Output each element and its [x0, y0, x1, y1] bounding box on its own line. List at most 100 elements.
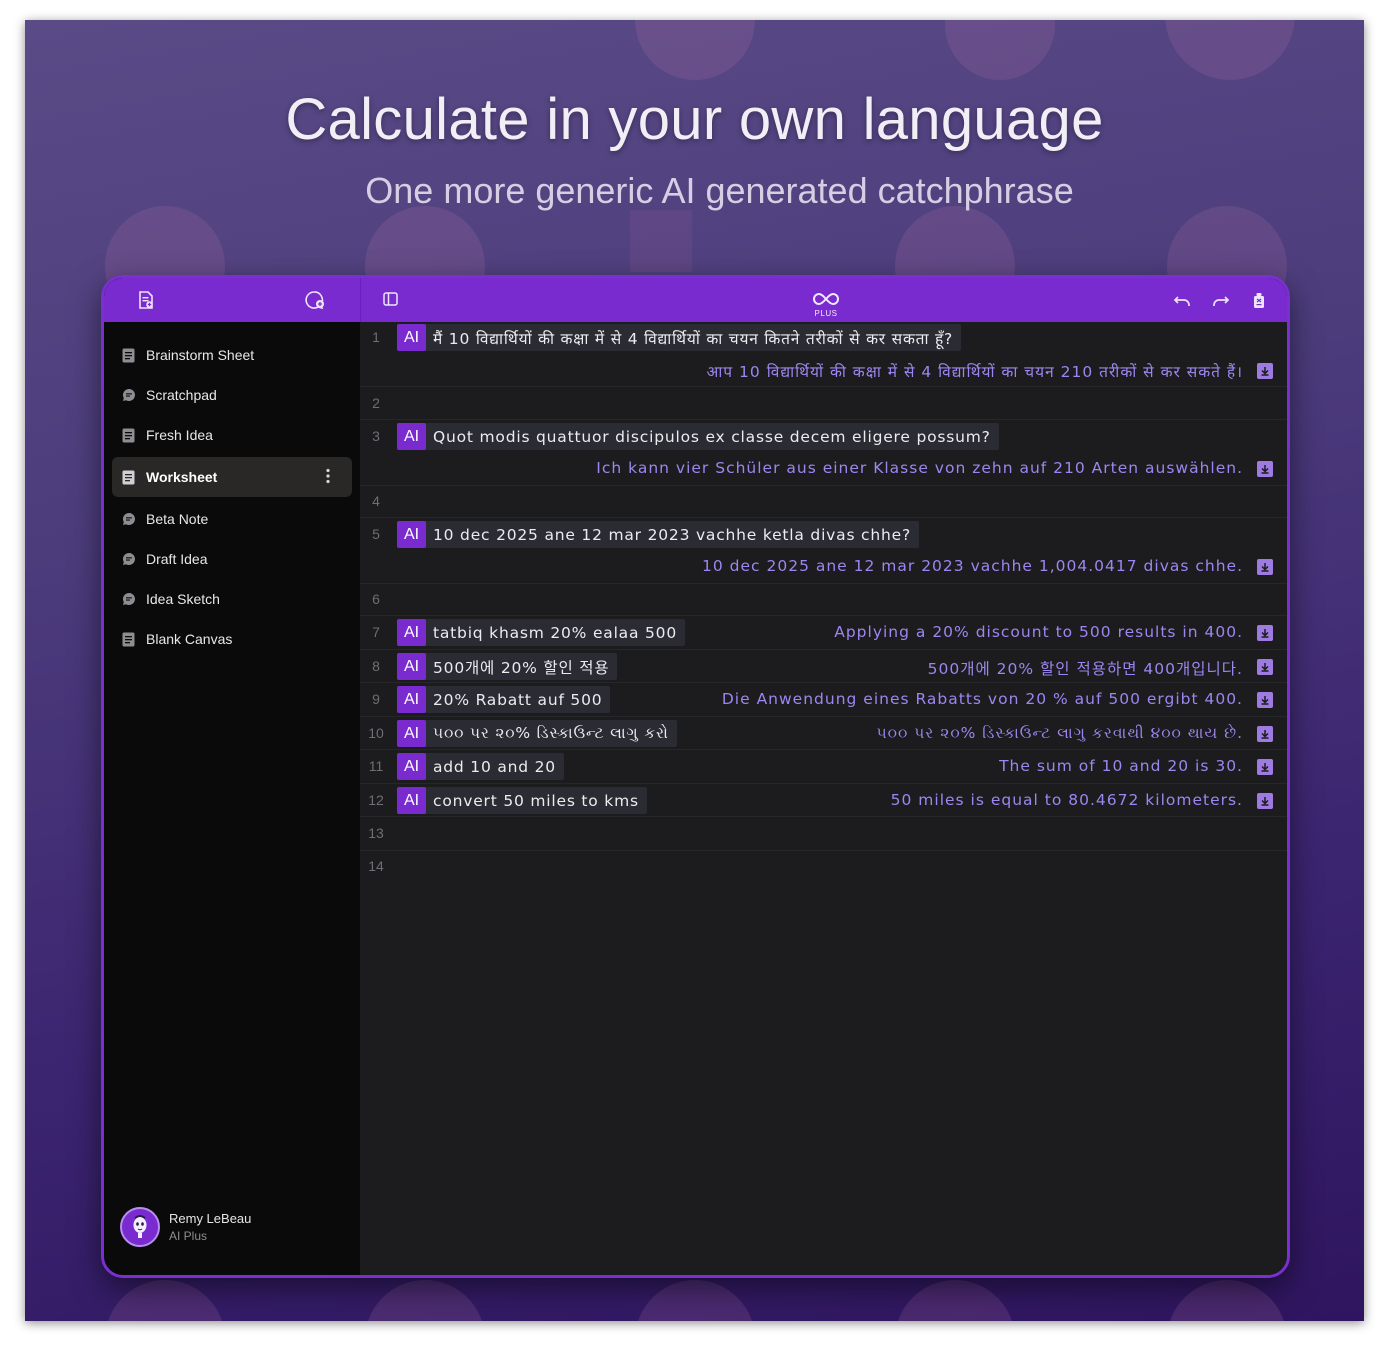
insert-answer-icon[interactable]	[1257, 559, 1273, 575]
sheet-icon	[122, 632, 136, 647]
sidebar-item-label: Blank Canvas	[146, 631, 233, 647]
editor-line[interactable]: 14	[360, 851, 1287, 884]
editor-line[interactable]: 7 AI tatbiq khasm 20% ealaa 500 Applying…	[360, 616, 1287, 650]
chat-icon	[122, 552, 136, 566]
ai-tag: AI	[397, 753, 426, 780]
ai-tag: AI	[397, 720, 426, 747]
insert-answer-icon[interactable]	[1257, 659, 1273, 675]
query-text: tatbiq khasm 20% ealaa 500	[433, 623, 677, 642]
ai-tag: AI	[397, 653, 426, 680]
ai-answer: 50 miles is equal to 80.4672 kilometers.	[890, 791, 1243, 809]
ai-tag: AI	[397, 787, 426, 814]
user-plan: AI Plus	[169, 1229, 208, 1243]
ai-tag: AI	[397, 686, 426, 713]
insert-answer-icon[interactable]	[1257, 726, 1273, 742]
decor-circle	[945, 20, 1055, 80]
ai-answer: आप 10 विद्यार्थियों की कक्षा में से 4 वि…	[706, 363, 1243, 381]
ai-tag: AI	[397, 619, 426, 646]
sheet-list: Brainstorm Sheet Scratchpad Fresh Idea W…	[104, 322, 360, 659]
ai-query[interactable]: AI add 10 and 20	[397, 753, 564, 780]
sidebar-toggle-icon[interactable]	[383, 292, 398, 306]
query-text: convert 50 miles to kms	[433, 791, 639, 810]
line-number: 2	[372, 395, 380, 411]
editor-line[interactable]: 9 AI 20% Rabatt auf 500 Die Anwendung ei…	[360, 683, 1287, 717]
ai-query[interactable]: AI Quot modis quattuor discipulos ex cla…	[397, 423, 999, 450]
insert-answer-icon[interactable]	[1257, 793, 1273, 809]
sheet-icon	[122, 470, 136, 485]
sidebar: Brainstorm Sheet Scratchpad Fresh Idea W…	[104, 278, 360, 1275]
ai-query[interactable]: AI 10 dec 2025 ane 12 mar 2023 vachhe ke…	[397, 521, 919, 548]
editor-line[interactable]: 10 AI ૫૦૦ પર ૨૦% ડિસ્કાઉન્ટ લાગુ કરો ૫૦૦…	[360, 717, 1287, 750]
more-options-icon[interactable]	[326, 468, 330, 488]
chat-icon	[122, 592, 136, 606]
sidebar-toolbar	[104, 278, 360, 322]
sidebar-item-label: Fresh Idea	[146, 427, 213, 443]
decor-circle	[105, 1280, 225, 1321]
query-text: Quot modis quattuor discipulos ex classe…	[433, 427, 991, 446]
ai-query[interactable]: AI 20% Rabatt auf 500	[397, 686, 611, 713]
sidebar-item-worksheet[interactable]: Worksheet	[112, 457, 352, 497]
redo-icon[interactable]	[1212, 292, 1230, 309]
decor-square	[630, 210, 692, 272]
insert-answer-icon[interactable]	[1257, 759, 1273, 775]
undo-icon[interactable]	[1173, 292, 1191, 309]
editor-toolbar: PLUS	[360, 278, 1287, 322]
line-number: 9	[372, 691, 380, 707]
editor-line[interactable]: 2	[360, 387, 1287, 420]
line-number: 12	[368, 792, 384, 808]
editor-line[interactable]: 12 AI convert 50 miles to kms 50 miles i…	[360, 784, 1287, 817]
main-panel: PLUS 1 AI मैं 10 विद्यार्थियों की कक्षा …	[360, 278, 1287, 1275]
sidebar-item-idea-sketch[interactable]: Idea Sketch	[112, 579, 352, 619]
line-number: 11	[368, 758, 384, 774]
ai-query[interactable]: AI convert 50 miles to kms	[397, 787, 647, 814]
line-number: 6	[372, 591, 380, 607]
chat-icon	[122, 512, 136, 526]
sidebar-item-brainstorm-sheet[interactable]: Brainstorm Sheet	[112, 335, 352, 375]
editor[interactable]: 1 AI मैं 10 विद्यार्थियों की कक्षा में स…	[360, 322, 1287, 1275]
insert-answer-icon[interactable]	[1257, 363, 1273, 379]
new-sheet-icon[interactable]	[138, 291, 154, 309]
sidebar-item-label: Draft Idea	[146, 551, 208, 567]
editor-line[interactable]: 1 AI मैं 10 विद्यार्थियों की कक्षा में स…	[360, 322, 1287, 387]
sidebar-item-beta-note[interactable]: Beta Note	[112, 499, 352, 539]
decor-circle	[1167, 1280, 1287, 1321]
sidebar-item-blank-canvas[interactable]: Blank Canvas	[112, 619, 352, 659]
ai-query[interactable]: AI 500개에 20% 할인 적용	[397, 653, 618, 680]
ai-query[interactable]: AI tatbiq khasm 20% ealaa 500	[397, 619, 685, 646]
query-text: ૫૦૦ પર ૨૦% ડિસ્કાઉન્ટ લાગુ કરો	[433, 724, 669, 742]
headline: Calculate in your own language	[285, 87, 1104, 152]
ai-answer: Die Anwendung eines Rabatts von 20 % auf…	[721, 690, 1243, 708]
line-number: 4	[372, 493, 380, 509]
insert-answer-icon[interactable]	[1257, 461, 1273, 477]
new-chat-icon[interactable]	[304, 290, 326, 310]
user-profile[interactable]: Remy LeBeau AI Plus	[120, 1207, 251, 1247]
editor-line[interactable]: 8 AI 500개에 20% 할인 적용 500개에 20% 할인 적용하면 4…	[360, 650, 1287, 683]
editor-line[interactable]: 5 AI 10 dec 2025 ane 12 mar 2023 vachhe …	[360, 518, 1287, 584]
insert-answer-icon[interactable]	[1257, 692, 1273, 708]
subline: One more generic AI generated catchphras…	[365, 170, 1074, 211]
ai-answer: The sum of 10 and 20 is 30.	[999, 757, 1243, 775]
line-number: 5	[372, 526, 380, 542]
editor-line[interactable]: 4	[360, 486, 1287, 518]
insert-answer-icon[interactable]	[1257, 625, 1273, 641]
editor-line[interactable]: 13	[360, 817, 1287, 851]
editor-line[interactable]: 6	[360, 584, 1287, 616]
line-number: 8	[372, 658, 380, 674]
sheet-icon	[122, 348, 136, 363]
query-text: 20% Rabatt auf 500	[433, 690, 603, 709]
ai-query[interactable]: AI मैं 10 विद्यार्थियों की कक्षा में से …	[397, 324, 962, 351]
ai-query[interactable]: AI ૫૦૦ પર ૨૦% ડિસ્કાઉન્ટ લાગુ કરો	[397, 720, 677, 747]
sidebar-item-draft-idea[interactable]: Draft Idea	[112, 539, 352, 579]
infinity-icon	[813, 292, 839, 306]
line-number: 3	[372, 428, 380, 444]
sidebar-item-scratchpad[interactable]: Scratchpad	[112, 375, 352, 415]
clear-sheet-icon[interactable]	[1251, 292, 1267, 309]
decor-circle	[635, 20, 755, 80]
editor-line[interactable]: 11 AI add 10 and 20 The sum of 10 and 20…	[360, 750, 1287, 784]
query-text: add 10 and 20	[433, 757, 556, 776]
ai-answer: Applying a 20% discount to 500 results i…	[834, 623, 1243, 641]
ai-answer: Ich kann vier Schüler aus einer Klasse v…	[596, 459, 1243, 477]
sidebar-item-fresh-idea[interactable]: Fresh Idea	[112, 415, 352, 455]
editor-line[interactable]: 3 AI Quot modis quattuor discipulos ex c…	[360, 420, 1287, 486]
ai-answer: 500개에 20% 할인 적용하면 400개입니다.	[927, 660, 1243, 678]
